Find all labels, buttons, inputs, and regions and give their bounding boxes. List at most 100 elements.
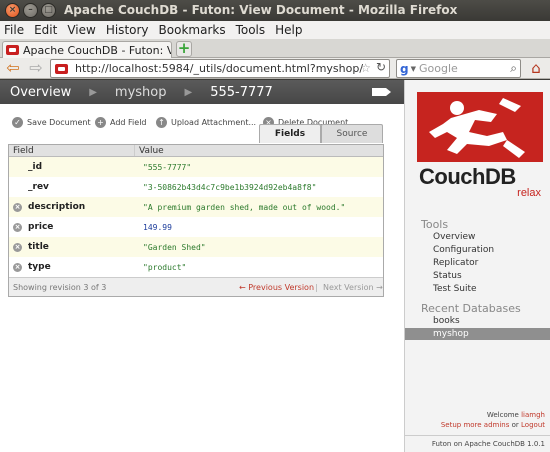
sidebar-item-status[interactable]: Status bbox=[433, 271, 462, 281]
menu-help[interactable]: Help bbox=[275, 23, 302, 37]
table-row[interactable]: × description "A premium garden shed, mad… bbox=[9, 197, 383, 217]
logout-link[interactable]: Logout bbox=[521, 421, 545, 429]
welcome-text: Welcome bbox=[486, 411, 519, 419]
url-text[interactable]: http://localhost:5984/_utils/document.ht… bbox=[75, 62, 363, 75]
forward-arrow-icon[interactable]: ⇨ bbox=[25, 59, 47, 78]
sidebar-item-configuration[interactable]: Configuration bbox=[433, 245, 494, 255]
username-link[interactable]: liamgh bbox=[521, 411, 545, 419]
previous-version-link[interactable]: ← Previous Version bbox=[239, 283, 314, 292]
sidebar: CouchDB relax Tools Overview Configurati… bbox=[404, 80, 550, 452]
couchdb-logo-tagline: relax bbox=[517, 187, 541, 199]
tools-heading: Tools bbox=[421, 218, 449, 231]
table-row[interactable]: × price 149.99 bbox=[9, 217, 383, 237]
delete-field-icon[interactable]: × bbox=[13, 262, 22, 272]
breadcrumb-overview[interactable]: Overview bbox=[0, 85, 81, 100]
recent-databases-heading: Recent Databases bbox=[421, 302, 521, 315]
window-titlebar: × – □ Apache CouchDB - Futon: View Docum… bbox=[0, 0, 550, 21]
page-viewport: Overview ▶ myshop ▶ 555-7777 ✓ Save Docu… bbox=[0, 80, 550, 452]
field-value[interactable]: 149.99 bbox=[135, 223, 172, 232]
setup-admins-link[interactable]: Setup more admins bbox=[441, 421, 510, 429]
save-icon: ✓ bbox=[12, 117, 23, 128]
search-engine-caret-icon[interactable]: ▼ bbox=[411, 65, 416, 73]
tab-bar: Apache CouchDB - Futon: View... + bbox=[0, 39, 550, 58]
menu-view[interactable]: View bbox=[67, 23, 95, 37]
breadcrumb-document: 555-7777 bbox=[210, 84, 273, 100]
field-key: price bbox=[28, 222, 54, 232]
menu-edit[interactable]: Edit bbox=[34, 23, 57, 37]
couchdb-logo-text: CouchDB bbox=[419, 164, 516, 189]
save-document-label: Save Document bbox=[27, 118, 91, 127]
url-bar[interactable]: http://localhost:5984/_utils/document.ht… bbox=[50, 59, 390, 78]
window-maximize-button[interactable]: □ bbox=[41, 3, 56, 18]
table-footer: Showing revision 3 of 3 ← Previous Versi… bbox=[9, 277, 383, 296]
menu-history[interactable]: History bbox=[106, 23, 149, 37]
google-logo-icon: g bbox=[400, 61, 409, 76]
couchdb-logo: CouchDB relax bbox=[417, 92, 543, 199]
upload-attachment-button[interactable]: ↑ Upload Attachment... bbox=[156, 117, 256, 128]
browser-tab[interactable]: Apache CouchDB - Futon: View... bbox=[2, 41, 172, 58]
field-value: "555-7777" bbox=[143, 162, 192, 172]
delete-field-icon[interactable]: × bbox=[13, 242, 22, 252]
breadcrumb: Overview ▶ myshop ▶ 555-7777 bbox=[0, 80, 404, 104]
tab-source[interactable]: Source bbox=[321, 124, 383, 143]
tab-title: Apache CouchDB - Futon: View... bbox=[23, 43, 171, 57]
column-header-value: Value bbox=[139, 146, 164, 156]
add-icon: + bbox=[95, 117, 106, 128]
sidebar-item-replicator[interactable]: Replicator bbox=[433, 258, 478, 268]
menu-bookmarks[interactable]: Bookmarks bbox=[159, 23, 226, 37]
pagination-separator: | bbox=[315, 282, 318, 292]
couchdb-logo-mark bbox=[417, 92, 543, 162]
menu-tools[interactable]: Tools bbox=[236, 23, 266, 37]
table-row[interactable]: _rev "3-50862b43d4c7c9be1b3924d92eb4a8f8… bbox=[9, 177, 383, 197]
breadcrumb-database[interactable]: myshop bbox=[105, 85, 177, 100]
upload-attachment-label: Upload Attachment... bbox=[171, 118, 257, 127]
search-box[interactable]: g ▼ Google ⌕ bbox=[396, 59, 521, 78]
reload-icon[interactable]: ↻ bbox=[376, 60, 386, 74]
field-value: "3-50862b43d4c7c9be1b3924d92eb4a8f8" bbox=[143, 182, 317, 192]
revision-status: Showing revision 3 of 3 bbox=[13, 282, 107, 292]
table-row[interactable]: × title "Garden Shed" bbox=[9, 237, 383, 257]
user-info: Welcome liamgh Setup more admins or Logo… bbox=[405, 410, 550, 430]
or-text: or bbox=[511, 421, 519, 429]
window-close-button[interactable]: × bbox=[5, 3, 20, 18]
window-minimize-button[interactable]: – bbox=[23, 3, 38, 18]
sidebar-item-overview[interactable]: Overview bbox=[433, 232, 475, 242]
table-row[interactable]: × type "product" bbox=[9, 257, 383, 277]
next-version-link: Next Version → bbox=[323, 282, 383, 292]
save-document-button[interactable]: ✓ Save Document bbox=[12, 117, 91, 128]
table-header: Field Value bbox=[9, 145, 383, 157]
sidebar-item-myshop[interactable]: myshop bbox=[405, 328, 550, 340]
upload-icon: ↑ bbox=[156, 117, 167, 128]
delete-field-icon[interactable]: × bbox=[13, 202, 22, 212]
breadcrumb-separator-icon: ▶ bbox=[89, 86, 97, 98]
document-fields-table: Field Value _id "555-7777" _rev "3-50862… bbox=[8, 144, 384, 297]
sidebar-item-test-suite[interactable]: Test Suite bbox=[433, 284, 477, 294]
menu-file[interactable]: File bbox=[4, 23, 24, 37]
navigation-toolbar: ⇦ ⇨ http://localhost:5984/_utils/documen… bbox=[0, 58, 550, 79]
new-tab-button[interactable]: + bbox=[176, 41, 192, 57]
sidebar-item-books[interactable]: books bbox=[433, 316, 460, 326]
site-identity-icon bbox=[55, 63, 68, 74]
home-icon[interactable]: ⌂ bbox=[526, 59, 546, 78]
field-key: _rev bbox=[28, 182, 49, 192]
bookmark-star-icon[interactable]: ☆ bbox=[360, 61, 371, 75]
field-value[interactable]: "product" bbox=[135, 263, 186, 272]
back-arrow-icon[interactable]: ⇦ bbox=[2, 59, 24, 78]
collapse-sidebar-icon[interactable] bbox=[372, 88, 391, 96]
window-title: Apache CouchDB - Futon: View Document - … bbox=[64, 3, 458, 17]
field-value[interactable]: "A premium garden shed, made out of wood… bbox=[135, 203, 345, 212]
column-header-field: Field bbox=[9, 145, 135, 156]
breadcrumb-separator-icon: ▶ bbox=[184, 86, 193, 98]
add-field-button[interactable]: + Add Field bbox=[95, 117, 147, 128]
table-row[interactable]: _id "555-7777" bbox=[9, 157, 383, 177]
field-key: description bbox=[28, 202, 86, 212]
field-key: title bbox=[28, 242, 49, 252]
field-key: _id bbox=[28, 162, 43, 172]
search-input[interactable]: Google bbox=[419, 62, 458, 75]
tab-fields[interactable]: Fields bbox=[259, 124, 321, 143]
menubar: File Edit View History Bookmarks Tools H… bbox=[0, 21, 550, 39]
search-icon[interactable]: ⌕ bbox=[510, 61, 517, 76]
field-value[interactable]: "Garden Shed" bbox=[135, 243, 206, 252]
field-key: type bbox=[28, 262, 51, 272]
delete-field-icon[interactable]: × bbox=[13, 222, 22, 232]
